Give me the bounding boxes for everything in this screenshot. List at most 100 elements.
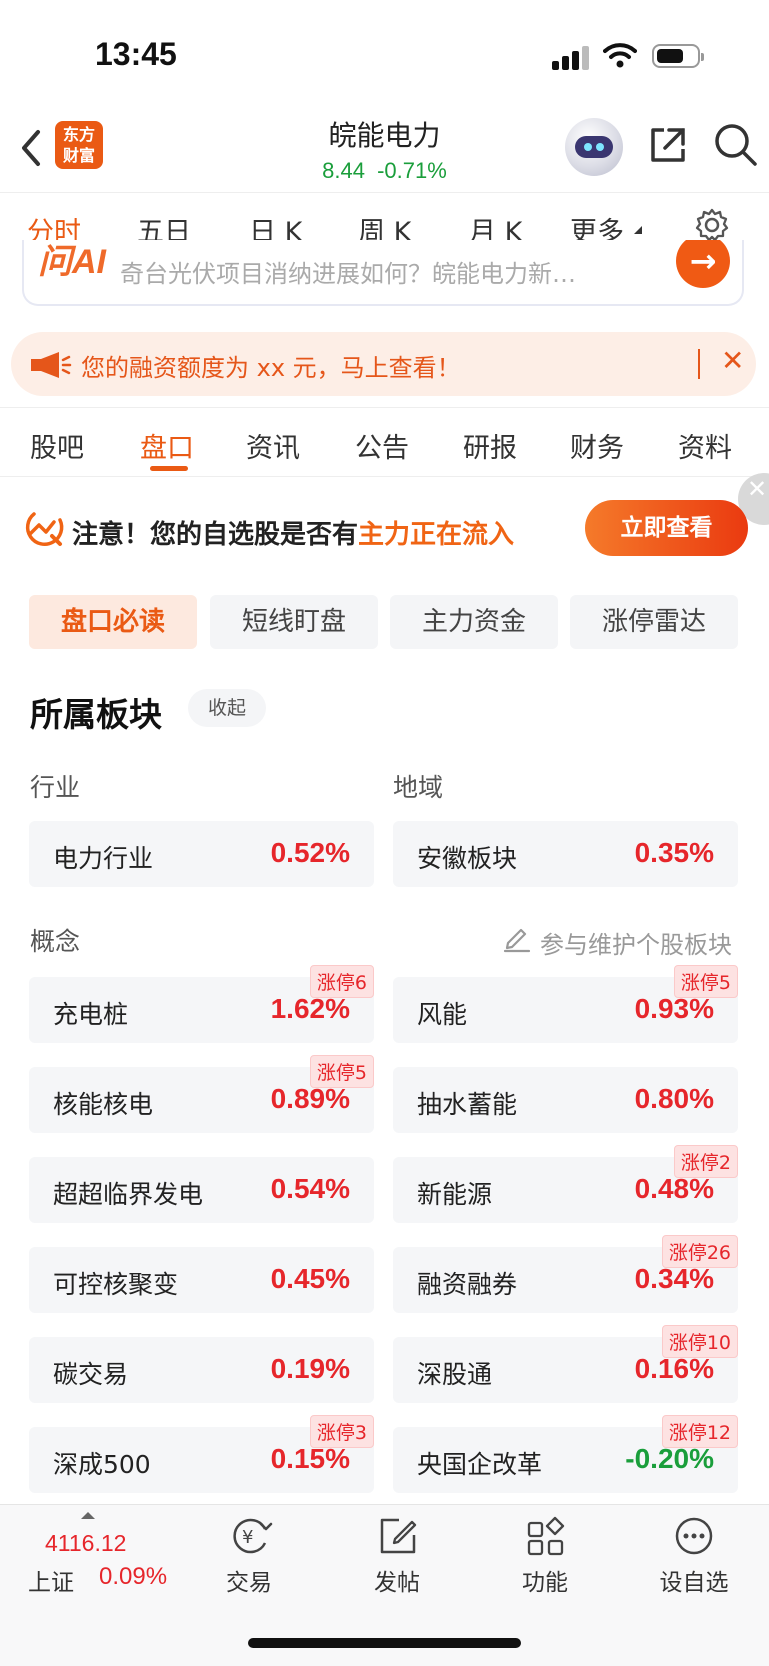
sector-name: 充电桩 [53,1000,129,1029]
index-value[interactable]: 4116.12 [45,1530,126,1557]
ai-logo: 问AI [38,243,106,281]
tab-profile[interactable]: 资料 [678,426,732,465]
concept-card[interactable]: 碳交易 0.19% [29,1337,374,1403]
wifi-icon [603,43,637,68]
megaphone-icon [31,352,72,378]
sector-name: 央国企改革 [417,1450,543,1479]
status-time: 13:45 [95,36,177,72]
sector-name: 深股通 [417,1360,493,1389]
sector-name: 碳交易 [53,1360,129,1389]
sector-pct: 0.80% [634,1083,714,1114]
concept-label: 概念 [30,927,81,956]
stock-price: 8.44 [322,158,365,183]
index-pct[interactable]: 0.09% [99,1563,167,1591]
tab-guba[interactable]: 股吧 [30,426,84,465]
subtab-limit-radar[interactable]: 涨停雷达 [570,595,738,649]
concept-card[interactable]: 新能源 0.48% 涨停2 [393,1145,738,1223]
sector-pct: 0.54% [270,1173,350,1204]
subtab-short-term[interactable]: 短线盯盘 [210,595,378,649]
industry-card[interactable]: 电力行业 0.52% [29,821,374,887]
close-icon[interactable]: ✕ [747,475,767,503]
tab-announcements[interactable]: 公告 [355,426,409,465]
limit-up-badge: 涨停2 [673,1145,738,1178]
maintain-sector-link[interactable]: 参与维护个股板块 [540,925,732,960]
concept-card[interactable]: 融资融券 0.34% 涨停26 [393,1235,738,1313]
sector-name: 融资融券 [417,1270,518,1299]
limit-up-badge: 涨停26 [661,1235,738,1268]
concept-card[interactable]: 核能核电 0.89% 涨停5 [29,1055,374,1133]
concept-card[interactable]: 深股通 0.16% 涨停10 [393,1325,738,1403]
sector-name: 抽水蓄能 [417,1090,518,1119]
svg-text:¥: ¥ [242,1527,253,1548]
concept-card[interactable]: 抽水蓄能 0.80% [393,1067,738,1133]
arrow-right-icon[interactable]: → [676,240,730,288]
index-up-arrow-icon [81,1512,95,1519]
divider [0,407,769,408]
ai-assistant-icon[interactable] [565,118,623,176]
limit-up-badge: 涨停5 [673,965,738,998]
region-card[interactable]: 安徽板块 0.35% [393,821,738,887]
tab-news[interactable]: 资讯 [246,426,300,465]
subtab-main-funds[interactable]: 主力资金 [390,595,558,649]
sector-name: 电力行业 [53,844,154,873]
tab-finance[interactable]: 财务 [570,426,624,465]
subtab-must-read[interactable]: 盘口必读 [29,595,197,649]
active-tab-indicator [150,466,188,471]
collapse-button[interactable]: 收起 [188,689,266,727]
divider [0,476,769,477]
limit-up-badge: 涨停10 [661,1325,738,1358]
nav-trade[interactable]: 交易 [209,1563,289,1597]
more-dots-icon[interactable] [673,1515,715,1557]
sector-name: 核能核电 [53,1090,154,1119]
home-indicator[interactable] [248,1638,521,1648]
concept-card[interactable]: 超超临界发电 0.54% [29,1157,374,1223]
limit-up-badge: 涨停12 [661,1415,738,1448]
sector-name: 可控核聚变 [53,1270,179,1299]
region-label: 地域 [393,773,444,802]
view-now-button[interactable]: 立即查看 [585,500,748,556]
nav-add-watchlist[interactable]: 设自选 [654,1563,734,1597]
limit-up-badge: 涨停3 [309,1415,374,1448]
trend-alert-icon [25,512,64,546]
sector-name: 风能 [417,1000,468,1029]
concept-card[interactable]: 可控核聚变 0.45% [29,1247,374,1313]
tab-pankou[interactable]: 盘口 [140,426,194,465]
more-dropdown-icon [634,226,642,234]
sector-name: 安徽板块 [417,844,518,873]
nav-functions[interactable]: 功能 [505,1563,585,1597]
trade-icon[interactable]: ¥ [229,1515,273,1557]
share-icon[interactable] [647,124,689,166]
section-title: 所属板块 [30,695,162,734]
limit-up-badge: 涨停6 [309,965,374,998]
financing-notice[interactable]: 您的融资额度为 xx 元，马上查看！ ✕ [11,332,756,396]
apps-icon[interactable] [525,1515,567,1557]
sector-name: 超超临界发电 [53,1180,204,1209]
concept-card[interactable]: 充电桩 1.62% 涨停6 [29,965,374,1043]
gear-icon[interactable] [695,208,729,242]
cellular-signal-icon [552,44,592,70]
ai-question-bar[interactable]: 问AI 奇台光伏项目消纳进展如何？皖能电力新… → [22,240,744,306]
sector-name: 深成500 [53,1450,151,1479]
limit-up-badge: 涨停5 [309,1055,374,1088]
notice-message[interactable]: 您的融资额度为 xx 元，马上查看！ [81,348,461,383]
banner-text: 注意！您的自选股是否有主力正在流入 [72,520,515,550]
concept-card[interactable]: 风能 0.93% 涨停5 [393,965,738,1043]
search-icon[interactable] [713,122,759,168]
concept-card[interactable]: 深成500 0.15% 涨停3 [29,1415,374,1493]
edit-icon[interactable] [502,923,532,953]
sector-name: 新能源 [417,1180,493,1209]
tab-research[interactable]: 研报 [463,426,517,465]
battery-icon [652,44,704,68]
ai-question-text[interactable]: 奇台光伏项目消纳进展如何？皖能电力新… [120,254,665,289]
sector-pct: 0.19% [270,1353,350,1384]
sector-pct: 0.52% [270,837,350,868]
stock-change: -0.71% [377,158,447,183]
compose-icon[interactable] [377,1515,419,1557]
index-name[interactable]: 上证 [28,1563,74,1597]
sector-pct: 0.45% [270,1263,350,1294]
sector-pct: 0.35% [634,837,714,868]
concept-card[interactable]: 央国企改革 -0.20% 涨停12 [393,1415,738,1493]
industry-label: 行业 [30,773,81,802]
nav-post[interactable]: 发帖 [357,1563,437,1597]
close-icon[interactable]: ✕ [721,344,744,377]
